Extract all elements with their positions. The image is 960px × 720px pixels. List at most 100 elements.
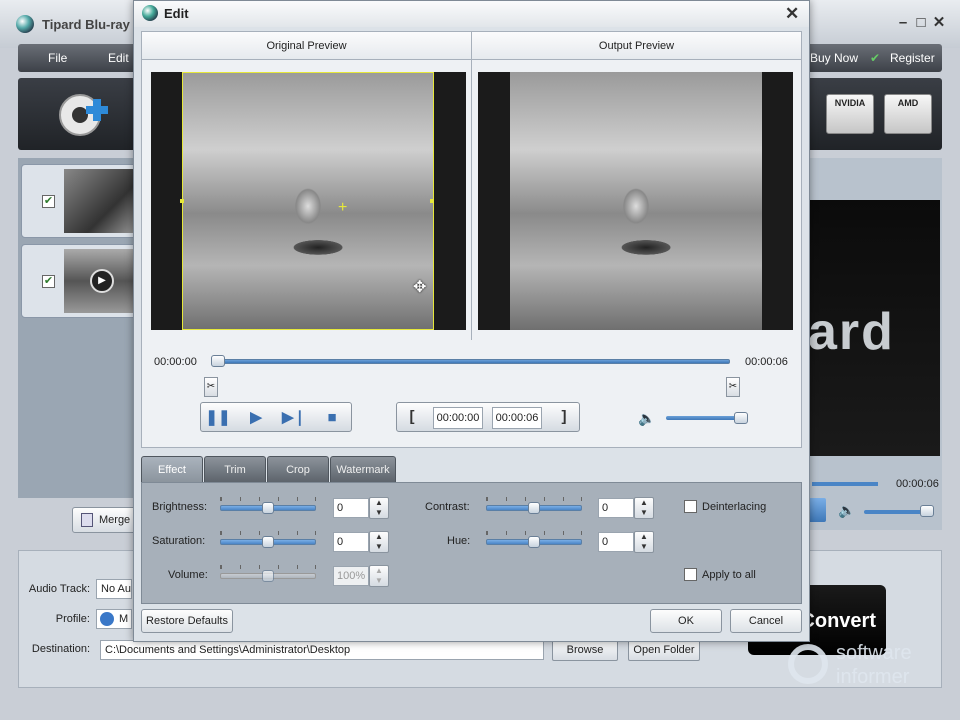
contrast-slider-thumb[interactable] (528, 502, 540, 514)
preview-area: Original Preview Output Preview + ✥ 00:0… (141, 31, 802, 448)
right-volume-thumb[interactable] (920, 505, 934, 517)
snapshot-icon[interactable] (808, 498, 826, 522)
speaker-icon[interactable]: 🔈 (838, 502, 855, 519)
list-item[interactable]: ✔ (21, 164, 151, 238)
restore-defaults-button[interactable]: Restore Defaults (141, 609, 233, 633)
right-progress-track[interactable] (812, 482, 878, 486)
apply-to-all-checkbox[interactable] (684, 568, 697, 581)
deinterlacing-checkbox[interactable] (684, 500, 697, 513)
saturation-slider-thumb[interactable] (262, 536, 274, 548)
checkmark-icon: ✔ (870, 51, 881, 65)
menu-edit[interactable]: Edit (108, 51, 129, 65)
nvidia-badge-icon: NVIDIA (826, 94, 874, 134)
profile-select[interactable]: M (96, 609, 132, 629)
progress-slider-track[interactable] (212, 359, 730, 364)
slider-ticks (220, 531, 316, 535)
trim-end-time-field[interactable]: 00:00:06 (492, 407, 542, 429)
file-checkbox[interactable]: ✔ (42, 195, 55, 208)
profile-format-icon (100, 612, 114, 626)
saturation-value[interactable]: 0 (333, 532, 369, 552)
merge-button-label: Merge (99, 514, 131, 526)
stop-icon[interactable]: ■ (317, 407, 347, 429)
close-icon[interactable]: ✕ (785, 4, 799, 24)
ok-button[interactable]: OK (650, 609, 722, 633)
volume-value: 100% (333, 566, 369, 586)
progress-slider-thumb[interactable] (211, 355, 225, 367)
crop-center-icon: + (338, 199, 348, 216)
brightness-stepper[interactable]: 0 ▲ ▼ (333, 497, 391, 519)
edit-titlebar: Edit ✕ (134, 1, 809, 27)
right-preview-time: 00:00:06 (896, 478, 939, 490)
file-list: ✔ ✔ ▶ (18, 158, 151, 498)
effect-panel: Brightness: 0 ▲ ▼ Saturation: 0 ▲ ▼ Volume… (141, 482, 802, 604)
volume-effect-slider-thumb (262, 570, 274, 582)
set-start-button[interactable]: [ (399, 407, 425, 429)
cancel-button[interactable]: Cancel (730, 609, 802, 633)
pause-icon[interactable]: ❚❚ (203, 407, 233, 429)
edit-dialog-icon (142, 5, 158, 21)
stepper-arrows-icon[interactable]: ▲ ▼ (634, 531, 654, 553)
crop-handle[interactable] (180, 199, 184, 203)
stepper-arrows-icon[interactable]: ▲ ▼ (634, 497, 654, 519)
total-time: 00:00:06 (745, 356, 788, 368)
deinterlacing-label: Deinterlacing (702, 501, 767, 513)
software-informer-watermark: software informer (788, 642, 948, 692)
edit-dialog-title: Edit (164, 6, 189, 21)
play-icon[interactable]: ▶ (90, 269, 114, 293)
original-preview-frame[interactable]: + ✥ (151, 72, 466, 330)
trim-start-time-field[interactable]: 00:00:00 (433, 407, 483, 429)
brightness-value[interactable]: 0 (333, 498, 369, 518)
slider-ticks (220, 565, 316, 569)
trim-end-marker-icon[interactable]: ✂ (726, 377, 740, 397)
buy-now-link[interactable]: Buy Now (810, 51, 858, 65)
volume-label: Volume: (168, 569, 208, 581)
file-checkbox[interactable]: ✔ (42, 275, 55, 288)
hue-label: Hue: (447, 535, 471, 547)
maximize-icon[interactable]: □ (914, 15, 928, 30)
tab-effect[interactable]: Effect (141, 456, 203, 483)
slider-ticks (486, 497, 582, 501)
move-cursor-icon: ✥ (413, 279, 427, 296)
file-thumbnail (64, 169, 144, 233)
crop-handle[interactable] (430, 199, 434, 203)
stepper-arrows-icon[interactable]: ▲ ▼ (369, 531, 389, 553)
file-thumbnail: ▶ (64, 249, 144, 313)
playback-controls: ❚❚ ▶ ▶❘ ■ (200, 402, 352, 432)
trim-start-marker-icon[interactable]: ✂ (204, 377, 218, 397)
browse-button[interactable]: Browse (552, 639, 618, 661)
stepper-arrows-icon: ▲ ▼ (369, 565, 389, 587)
saturation-label: Saturation: (152, 535, 206, 547)
hue-slider-thumb[interactable] (528, 536, 540, 548)
tab-watermark[interactable]: Watermark (330, 456, 396, 482)
menu-file[interactable]: File (48, 51, 67, 65)
brightness-slider-thumb[interactable] (262, 502, 274, 514)
play-icon[interactable]: ▶ (241, 407, 271, 429)
audio-track-select[interactable]: No Au (96, 579, 132, 599)
trim-time-controls: [ 00:00:00 00:00:06 ] (396, 402, 580, 432)
tab-trim[interactable]: Trim (204, 456, 266, 482)
software-informer-logo-icon (788, 644, 828, 684)
contrast-label: Contrast: (425, 501, 470, 513)
next-frame-icon[interactable]: ▶❘ (279, 407, 309, 429)
destination-field[interactable]: C:\Documents and Settings\Administrator\… (100, 640, 544, 660)
original-preview-header: Original Preview (142, 32, 471, 60)
volume-stepper: 100% ▲ ▼ (333, 565, 391, 587)
profile-value: M (119, 613, 129, 625)
tab-crop[interactable]: Crop (267, 456, 329, 482)
register-link[interactable]: Register (890, 51, 935, 65)
stepper-arrows-icon[interactable]: ▲ ▼ (369, 497, 389, 519)
crop-selection-box[interactable]: + (180, 72, 434, 330)
contrast-stepper[interactable]: 0 ▲ ▼ (598, 497, 656, 519)
open-folder-button[interactable]: Open Folder (628, 639, 700, 661)
saturation-stepper[interactable]: 0 ▲ ▼ (333, 531, 391, 553)
close-icon[interactable]: ✕ (932, 15, 946, 30)
hue-stepper[interactable]: 0 ▲ ▼ (598, 531, 656, 553)
list-item[interactable]: ✔ ▶ (21, 244, 151, 318)
volume-slider-thumb[interactable] (734, 412, 748, 424)
set-end-button[interactable]: ] (551, 407, 577, 429)
speaker-icon[interactable]: 🔈 (638, 410, 655, 427)
minimize-icon[interactable]: – (896, 15, 910, 30)
contrast-value[interactable]: 0 (598, 498, 634, 518)
add-file-icon[interactable] (56, 90, 112, 140)
hue-value[interactable]: 0 (598, 532, 634, 552)
